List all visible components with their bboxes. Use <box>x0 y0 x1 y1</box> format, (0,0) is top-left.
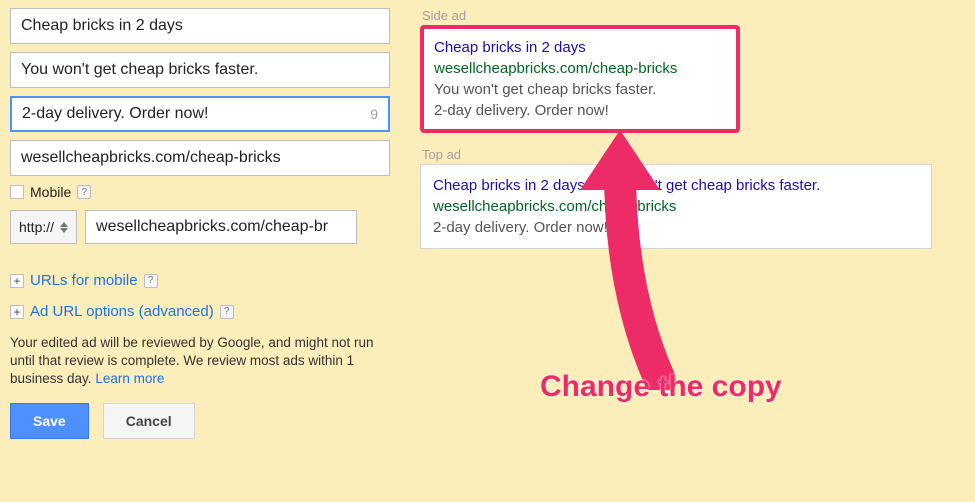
mobile-checkbox[interactable] <box>10 185 24 199</box>
side-ad-url: wesellcheapbricks.com/cheap-bricks <box>434 58 726 79</box>
protocol-select[interactable]: http:// <box>10 210 77 244</box>
display-url-value: wesellcheapbricks.com/cheap-bricks <box>21 149 281 167</box>
top-ad-label: Top ad <box>422 147 965 162</box>
headline1-value: Cheap bricks in 2 days <box>21 17 183 35</box>
plus-icon: + <box>10 274 24 288</box>
top-ad-title: Cheap bricks in 2 days - You won't get c… <box>433 175 919 196</box>
review-note-text: Your edited ad will be reviewed by Googl… <box>10 335 373 386</box>
side-ad-title: Cheap bricks in 2 days <box>434 37 726 58</box>
side-ad-preview: Cheap bricks in 2 days wesellcheapbricks… <box>420 25 740 133</box>
urls-for-mobile-label: URLs for mobile <box>30 272 138 289</box>
ad-url-options-expander[interactable]: + Ad URL options (advanced) ? <box>10 303 400 320</box>
headline1-input[interactable]: Cheap bricks in 2 days <box>10 8 390 44</box>
plus-icon: + <box>10 305 24 319</box>
mobile-label: Mobile <box>30 184 71 200</box>
help-icon[interactable]: ? <box>144 274 158 288</box>
char-counter: 9 <box>370 106 378 122</box>
display-url-input[interactable]: wesellcheapbricks.com/cheap-bricks <box>10 140 390 176</box>
description-value: 2-day delivery. Order now! <box>22 105 208 123</box>
annotation-text: Change the copy <box>540 370 782 404</box>
side-ad-label: Side ad <box>422 8 965 23</box>
protocol-value: http:// <box>19 219 54 235</box>
urls-for-mobile-expander[interactable]: + URLs for mobile ? <box>10 272 400 289</box>
top-ad-url: wesellcheapbricks.com/cheap-bricks <box>433 196 919 217</box>
side-ad-line1: You won't get cheap bricks faster. <box>434 79 726 100</box>
final-url-value: wesellcheapbricks.com/cheap-br <box>96 218 328 236</box>
top-ad-line1: 2-day delivery. Order now! <box>433 217 919 238</box>
final-url-input[interactable]: wesellcheapbricks.com/cheap-br <box>85 210 357 244</box>
headline2-value: You won't get cheap bricks faster. <box>21 61 258 79</box>
help-icon[interactable]: ? <box>77 185 91 199</box>
description-input[interactable]: 2-day delivery. Order now! 9 <box>10 96 390 132</box>
cancel-button[interactable]: Cancel <box>103 403 195 439</box>
save-button[interactable]: Save <box>10 403 89 439</box>
ad-url-options-label: Ad URL options (advanced) <box>30 303 214 320</box>
select-icon <box>60 222 68 233</box>
learn-more-link[interactable]: Learn more <box>95 371 164 386</box>
help-icon[interactable]: ? <box>220 305 234 319</box>
side-ad-line2: 2-day delivery. Order now! <box>434 100 726 121</box>
top-ad-preview: Cheap bricks in 2 days - You won't get c… <box>420 164 932 249</box>
headline2-input[interactable]: You won't get cheap bricks faster. <box>10 52 390 88</box>
review-note: Your edited ad will be reviewed by Googl… <box>10 334 390 389</box>
